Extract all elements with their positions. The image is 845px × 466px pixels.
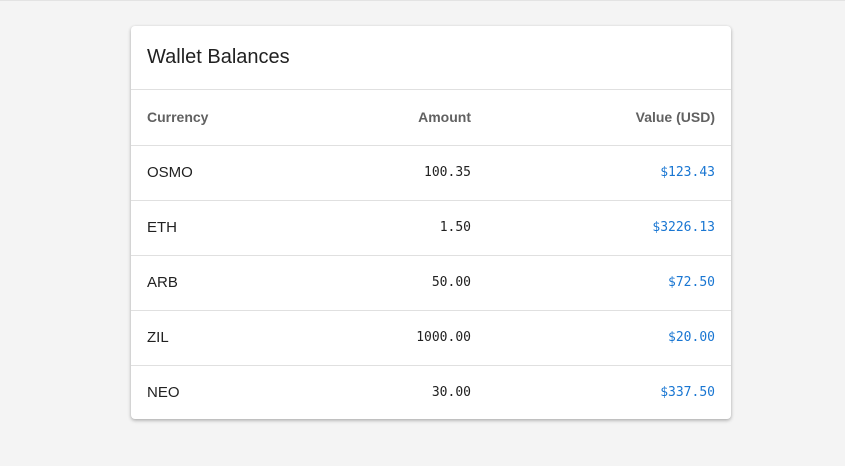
column-header-amount: Amount [418,109,471,126]
table-row: OSMO 100.35 $123.43 [131,145,731,200]
value-cell: $20.00 [668,330,715,345]
card-header: Wallet Balances [131,26,731,90]
currency-cell: ZIL [147,329,169,346]
amount-cell: 30.00 [431,384,471,400]
table-row: ZIL 1000.00 $20.00 [131,310,731,365]
table-row: ETH 1.50 $3226.13 [131,200,731,255]
table-head: Currency Amount Value (USD) [131,90,731,145]
currency-cell: NEO [147,383,180,401]
amount-cell: 1.50 [439,220,471,235]
amount-cell: 50.00 [431,275,471,290]
value-cell: $72.50 [668,275,715,290]
wallet-balances-card: Wallet Balances Currency Amount Value (U… [131,26,731,419]
table-row: NEO 30.00 $337.50 [131,365,731,419]
balances-table: Currency Amount Value (USD) OSMO 100.35 … [131,90,731,419]
currency-cell: ARB [147,274,178,291]
table-header-row: Currency Amount Value (USD) [131,90,731,145]
value-cell: $337.50 [660,384,715,400]
value-cell: $3226.13 [652,220,715,235]
table-body: OSMO 100.35 $123.43 ETH 1.50 $3226.13 AR… [131,145,731,419]
column-header-value: Value (USD) [635,109,715,126]
amount-cell: 1000.00 [416,330,471,345]
table-row: ARB 50.00 $72.50 [131,255,731,310]
currency-cell: ETH [147,219,177,236]
value-cell: $123.43 [660,165,715,180]
column-header-currency: Currency [147,109,209,126]
card-title: Wallet Balances [147,46,290,68]
currency-cell: OSMO [147,164,193,181]
amount-cell: 100.35 [424,165,471,180]
